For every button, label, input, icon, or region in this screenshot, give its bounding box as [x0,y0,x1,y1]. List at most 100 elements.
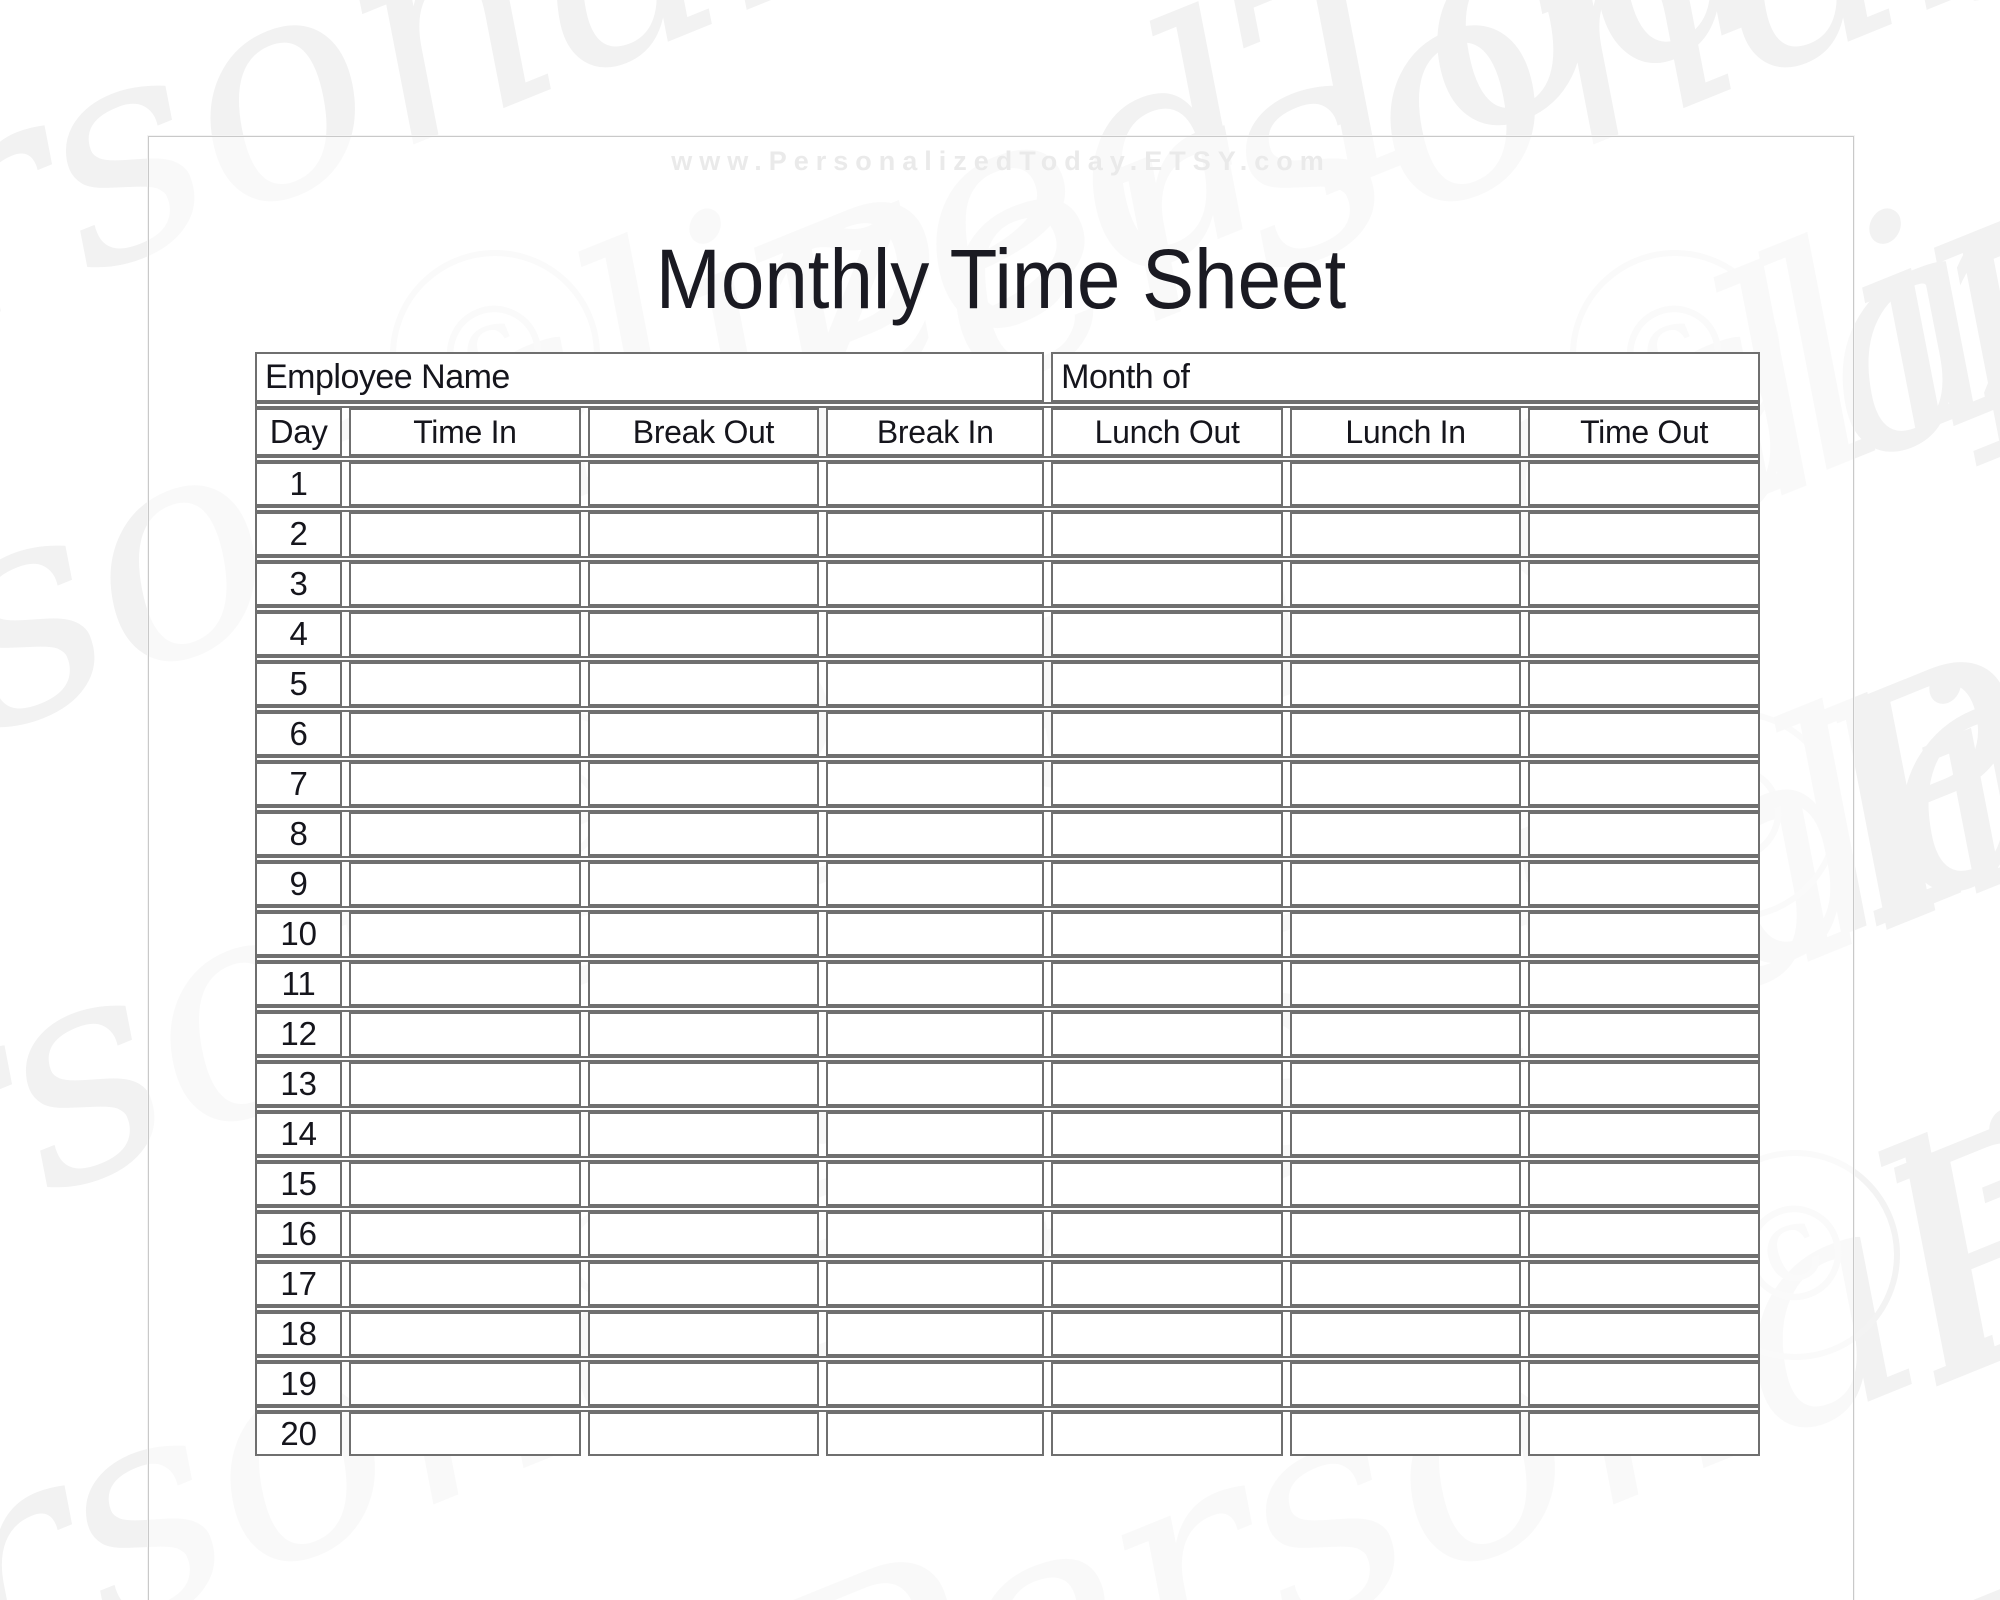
entry-cell-break-out[interactable] [587,1412,820,1456]
entry-cell-time-out[interactable] [1528,1212,1760,1256]
entry-cell-break-in[interactable] [826,912,1045,956]
entry-cell-lunch-in[interactable] [1289,662,1522,706]
entry-cell-time-out[interactable] [1528,912,1760,956]
entry-cell-break-out[interactable] [587,1112,820,1156]
entry-cell-time-in[interactable] [349,762,581,806]
entry-cell-lunch-in[interactable] [1289,762,1522,806]
entry-cell-time-in[interactable] [349,612,581,656]
entry-cell-time-in[interactable] [349,1412,581,1456]
entry-cell-time-out[interactable] [1528,562,1760,606]
entry-cell-time-in[interactable] [349,862,581,906]
entry-cell-break-out[interactable] [587,662,820,706]
entry-cell-time-out[interactable] [1528,962,1760,1006]
entry-cell-break-in[interactable] [826,1012,1045,1056]
entry-cell-time-in[interactable] [349,562,581,606]
entry-cell-time-out[interactable] [1528,1412,1760,1456]
entry-cell-lunch-out[interactable] [1051,512,1283,556]
entry-cell-lunch-out[interactable] [1051,1412,1283,1456]
employee-name-field[interactable]: Employee Name [255,352,1045,402]
entry-cell-lunch-in[interactable] [1289,612,1522,656]
entry-cell-break-in[interactable] [826,1112,1045,1156]
entry-cell-break-in[interactable] [826,1262,1045,1306]
entry-cell-lunch-in[interactable] [1289,1162,1522,1206]
entry-cell-break-out[interactable] [587,762,820,806]
entry-cell-time-in[interactable] [349,962,581,1006]
entry-cell-lunch-in[interactable] [1289,1262,1522,1306]
entry-cell-time-out[interactable] [1528,462,1760,506]
entry-cell-lunch-out[interactable] [1051,1262,1283,1306]
entry-cell-break-in[interactable] [826,662,1045,706]
entry-cell-time-in[interactable] [349,1362,581,1406]
entry-cell-lunch-in[interactable] [1289,562,1522,606]
entry-cell-lunch-in[interactable] [1289,462,1522,506]
entry-cell-break-out[interactable] [587,1212,820,1256]
entry-cell-lunch-out[interactable] [1051,1012,1283,1056]
entry-cell-break-in[interactable] [826,1312,1045,1356]
entry-cell-lunch-out[interactable] [1051,912,1283,956]
entry-cell-time-out[interactable] [1528,862,1760,906]
entry-cell-time-out[interactable] [1528,1012,1760,1056]
entry-cell-break-out[interactable] [587,1012,820,1056]
entry-cell-time-in[interactable] [349,462,581,506]
entry-cell-lunch-out[interactable] [1051,762,1283,806]
entry-cell-time-in[interactable] [349,1012,581,1056]
entry-cell-time-out[interactable] [1528,612,1760,656]
entry-cell-lunch-out[interactable] [1051,1112,1283,1156]
entry-cell-lunch-out[interactable] [1051,862,1283,906]
entry-cell-break-out[interactable] [587,1312,820,1356]
entry-cell-lunch-out[interactable] [1051,1162,1283,1206]
entry-cell-lunch-in[interactable] [1289,912,1522,956]
entry-cell-lunch-in[interactable] [1289,712,1522,756]
entry-cell-time-in[interactable] [349,662,581,706]
entry-cell-time-in[interactable] [349,1112,581,1156]
entry-cell-break-in[interactable] [826,812,1045,856]
entry-cell-lunch-out[interactable] [1051,462,1283,506]
entry-cell-break-out[interactable] [587,512,820,556]
entry-cell-break-out[interactable] [587,1362,820,1406]
entry-cell-lunch-out[interactable] [1051,612,1283,656]
entry-cell-lunch-out[interactable] [1051,812,1283,856]
entry-cell-time-out[interactable] [1528,812,1760,856]
entry-cell-time-out[interactable] [1528,1312,1760,1356]
entry-cell-lunch-out[interactable] [1051,1362,1283,1406]
entry-cell-break-in[interactable] [826,462,1045,506]
entry-cell-time-out[interactable] [1528,712,1760,756]
entry-cell-lunch-in[interactable] [1289,1312,1522,1356]
entry-cell-time-out[interactable] [1528,1062,1760,1106]
entry-cell-break-out[interactable] [587,862,820,906]
entry-cell-break-in[interactable] [826,712,1045,756]
entry-cell-time-out[interactable] [1528,1162,1760,1206]
entry-cell-time-out[interactable] [1528,512,1760,556]
entry-cell-lunch-in[interactable] [1289,1362,1522,1406]
entry-cell-lunch-in[interactable] [1289,512,1522,556]
entry-cell-lunch-in[interactable] [1289,812,1522,856]
entry-cell-time-out[interactable] [1528,1362,1760,1406]
entry-cell-time-out[interactable] [1528,1262,1760,1306]
entry-cell-lunch-out[interactable] [1051,1312,1283,1356]
entry-cell-break-in[interactable] [826,1362,1045,1406]
entry-cell-lunch-out[interactable] [1051,662,1283,706]
entry-cell-break-in[interactable] [826,1412,1045,1456]
entry-cell-time-in[interactable] [349,1262,581,1306]
entry-cell-time-in[interactable] [349,1312,581,1356]
entry-cell-break-out[interactable] [587,562,820,606]
entry-cell-time-in[interactable] [349,912,581,956]
entry-cell-lunch-out[interactable] [1051,712,1283,756]
entry-cell-lunch-in[interactable] [1289,962,1522,1006]
entry-cell-time-in[interactable] [349,1162,581,1206]
entry-cell-time-in[interactable] [349,812,581,856]
entry-cell-time-out[interactable] [1528,762,1760,806]
entry-cell-time-out[interactable] [1528,662,1760,706]
entry-cell-break-out[interactable] [587,612,820,656]
entry-cell-lunch-out[interactable] [1051,1212,1283,1256]
entry-cell-lunch-in[interactable] [1289,862,1522,906]
entry-cell-time-out[interactable] [1528,1112,1760,1156]
entry-cell-time-in[interactable] [349,1212,581,1256]
entry-cell-lunch-in[interactable] [1289,1112,1522,1156]
entry-cell-time-in[interactable] [349,1062,581,1106]
entry-cell-break-out[interactable] [587,1062,820,1106]
entry-cell-lunch-out[interactable] [1051,1062,1283,1106]
entry-cell-lunch-in[interactable] [1289,1012,1522,1056]
entry-cell-lunch-out[interactable] [1051,962,1283,1006]
entry-cell-break-out[interactable] [587,1162,820,1206]
